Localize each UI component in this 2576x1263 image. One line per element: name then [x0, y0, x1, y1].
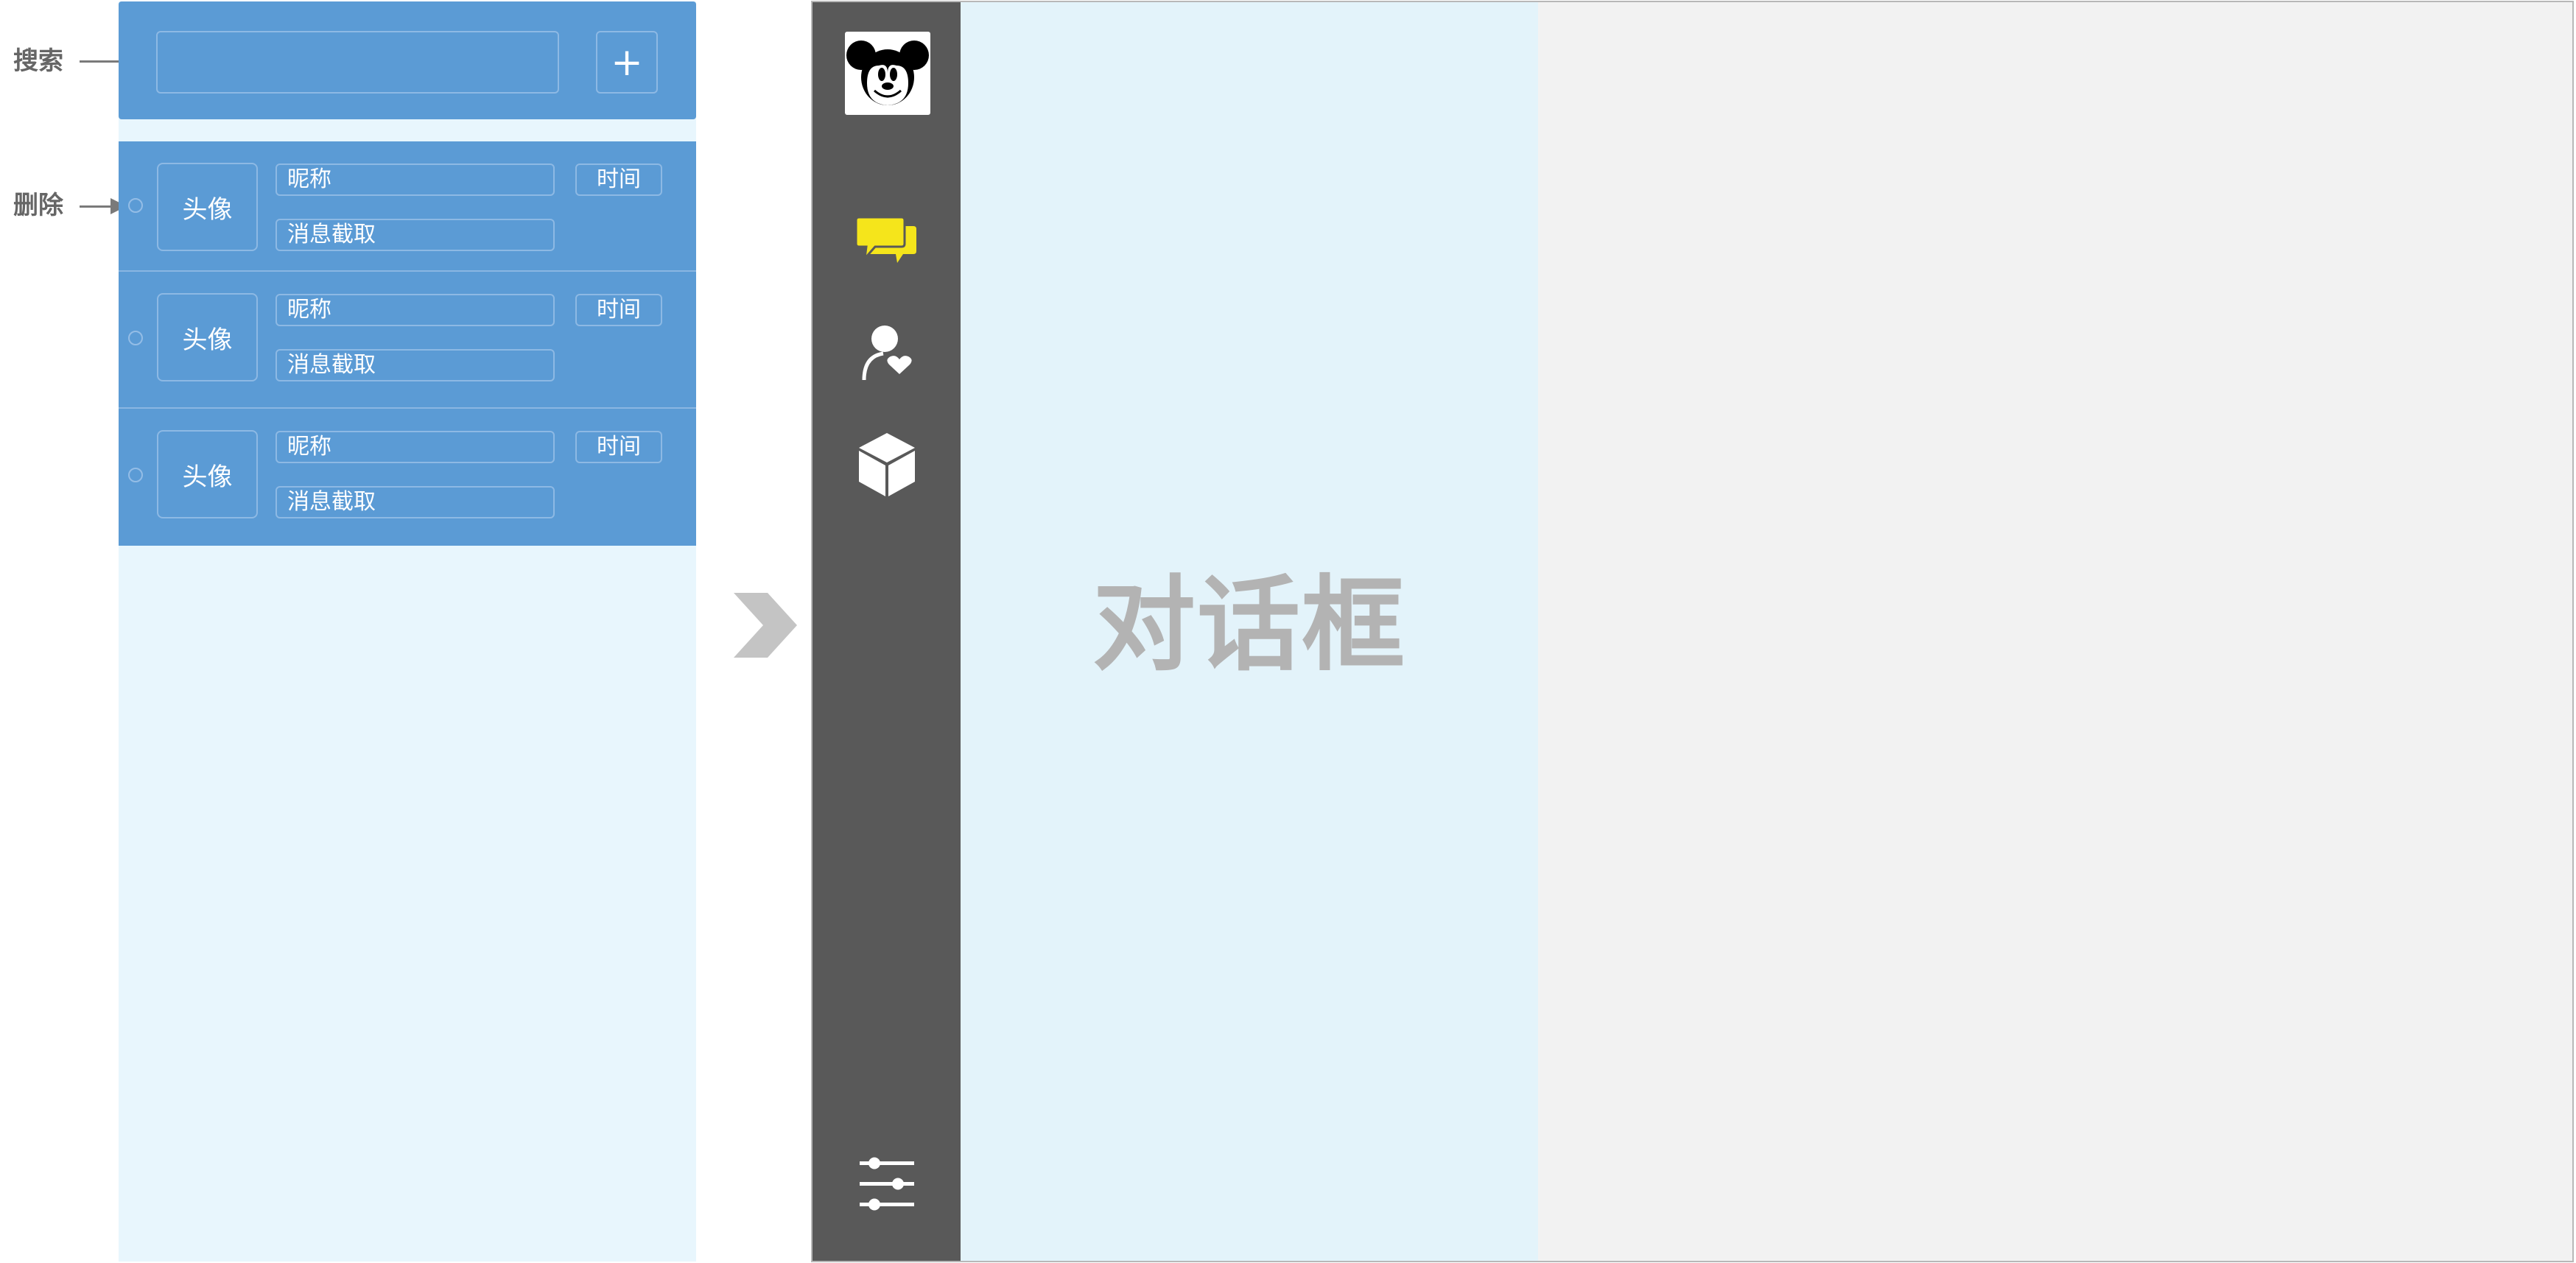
time-field: 时间 — [575, 431, 662, 463]
app-window: 对话框 — [811, 1, 2574, 1262]
delete-annotation-label: 删除 — [13, 191, 63, 220]
search-input[interactable] — [156, 31, 559, 94]
search-annotation-label: 搜索 — [13, 46, 63, 76]
message-snippet-field: 消息截取 — [276, 219, 555, 251]
settings-sliders-icon[interactable] — [858, 1155, 916, 1214]
app-sidebar — [813, 2, 961, 1261]
avatar-placeholder: 头像 — [157, 163, 258, 251]
avatar-placeholder: 头像 — [157, 293, 258, 381]
chat-area: 对话框 — [961, 2, 1538, 1261]
add-conversation-button[interactable]: + — [596, 31, 658, 94]
nickname-field: 昵称 — [276, 294, 555, 326]
conversation-list: 头像 昵称 时间 消息截取 头像 昵称 时间 消息截取 头像 昵称 时间 消息截… — [119, 141, 696, 546]
profile-avatar[interactable] — [845, 32, 930, 115]
contacts-icon[interactable] — [861, 324, 914, 380]
avatar-placeholder: 头像 — [157, 430, 258, 518]
conversation-item[interactable]: 头像 昵称 时间 消息截取 — [119, 141, 696, 272]
conversation-list-panel: + 头像 昵称 时间 消息截取 头像 昵称 时间 消息截取 头像 昵称 时间 消… — [119, 1, 696, 1262]
chevron-right-icon — [734, 593, 797, 658]
delete-annotation-arrow — [80, 198, 127, 214]
mickey-mouse-icon — [846, 41, 929, 105]
search-bar: + — [119, 1, 696, 119]
conversation-item[interactable]: 头像 昵称 时间 消息截取 — [119, 272, 696, 409]
delete-radio[interactable] — [128, 198, 143, 213]
conversation-item[interactable]: 头像 昵称 时间 消息截取 — [119, 409, 696, 546]
message-snippet-field: 消息截取 — [276, 349, 555, 381]
nickname-field: 昵称 — [276, 163, 555, 196]
time-field: 时间 — [575, 294, 662, 326]
delete-radio[interactable] — [128, 468, 143, 482]
chat-placeholder-title: 对话框 — [1092, 566, 1406, 686]
chat-bubbles-icon[interactable] — [856, 216, 916, 269]
cube-icon[interactable] — [857, 432, 916, 498]
time-field: 时间 — [575, 163, 662, 196]
message-snippet-field: 消息截取 — [276, 486, 555, 518]
delete-radio[interactable] — [128, 331, 143, 345]
nickname-field: 昵称 — [276, 431, 555, 463]
